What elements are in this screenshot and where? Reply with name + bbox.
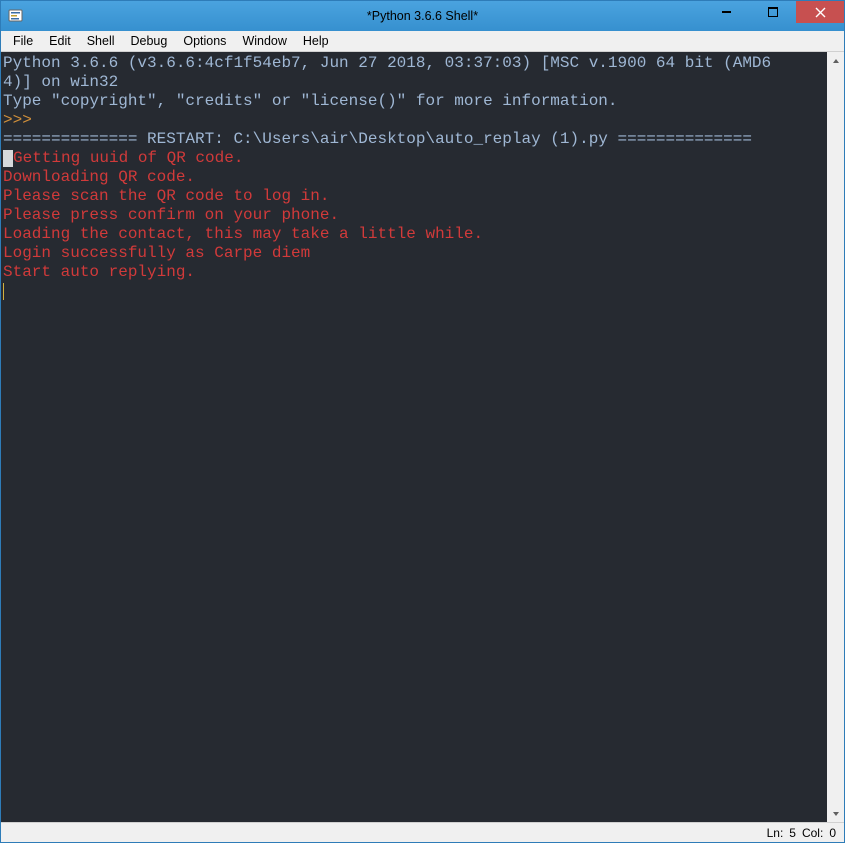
scroll-track[interactable] [827, 69, 844, 805]
menu-help[interactable]: Help [295, 32, 337, 50]
prompt: >>> [3, 111, 41, 129]
python-version-line2: 4)] on win32 [3, 73, 118, 91]
menu-shell[interactable]: Shell [79, 32, 123, 50]
selection-block [3, 150, 13, 167]
output-line-2: Downloading QR code. [3, 168, 195, 186]
python-info-line: Type "copyright", "credits" or "license(… [3, 92, 618, 110]
python-idle-icon [8, 8, 24, 24]
status-col-label: Col: [802, 826, 823, 840]
output-line-5: Loading the contact, this may take a lit… [3, 225, 483, 243]
output-line-1: Getting uuid of QR code. [13, 149, 243, 167]
window-buttons [704, 1, 844, 23]
app-icon-slot [1, 1, 31, 31]
output-line-7: Start auto replying. [3, 263, 195, 281]
window-titlebar: *Python 3.6.6 Shell* [1, 1, 844, 31]
menu-edit[interactable]: Edit [41, 32, 79, 50]
scroll-up-button[interactable] [827, 52, 844, 69]
minimize-button[interactable] [704, 1, 750, 23]
vertical-scrollbar[interactable] [827, 52, 844, 822]
menu-debug[interactable]: Debug [123, 32, 176, 50]
status-bar: Ln: 5 Col: 0 [1, 822, 844, 842]
maximize-button[interactable] [750, 1, 796, 23]
status-col-value: 0 [829, 826, 836, 840]
menu-window[interactable]: Window [234, 32, 294, 50]
output-line-6: Login successfully as Carpe diem [3, 244, 310, 262]
menu-file[interactable]: File [5, 32, 41, 50]
output-line-3: Please scan the QR code to log in. [3, 187, 329, 205]
status-ln-value: 5 [789, 826, 796, 840]
restart-line: ============== RESTART: C:\Users\air\Des… [3, 130, 752, 148]
console-text[interactable]: Python 3.6.6 (v3.6.6:4cf1f54eb7, Jun 27 … [3, 54, 844, 822]
menu-options[interactable]: Options [175, 32, 234, 50]
python-version-line1: Python 3.6.6 (v3.6.6:4cf1f54eb7, Jun 27 … [3, 54, 771, 72]
menu-bar: File Edit Shell Debug Options Window Hel… [1, 31, 844, 52]
scroll-down-button[interactable] [827, 805, 844, 822]
text-caret [3, 283, 4, 300]
close-button[interactable] [796, 1, 844, 23]
status-ln-label: Ln: [767, 826, 784, 840]
console-area[interactable]: Python 3.6.6 (v3.6.6:4cf1f54eb7, Jun 27 … [1, 52, 844, 822]
output-line-4: Please press confirm on your phone. [3, 206, 339, 224]
